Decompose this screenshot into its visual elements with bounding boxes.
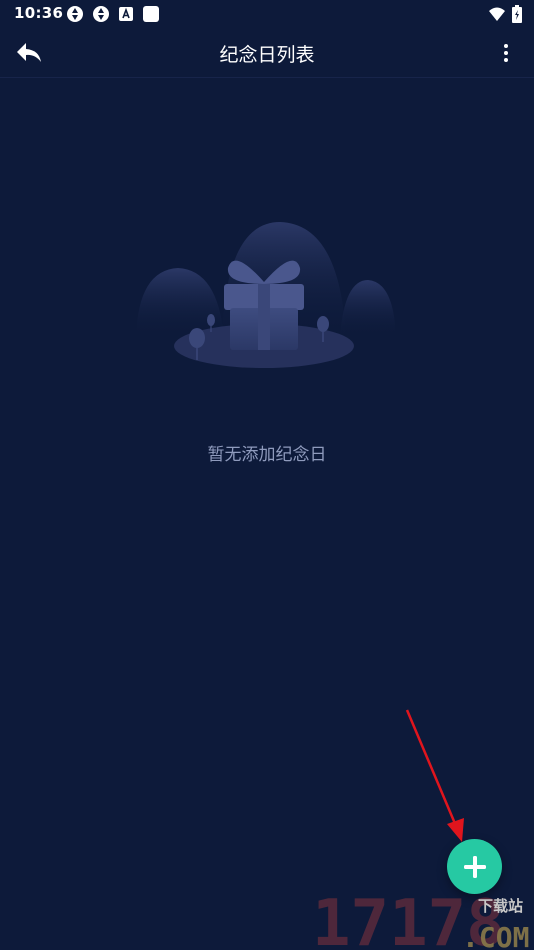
toolbar: 纪念日列表 <box>0 28 534 78</box>
watermark-logo: 17178 .COM 下载站 <box>300 885 534 950</box>
more-vert-icon-dot <box>504 58 508 62</box>
more-vert-icon-dot <box>504 51 508 55</box>
watermark-site-label: 下载站 <box>478 897 523 915</box>
square-notification-icon <box>143 6 159 22</box>
empty-gift-illustration <box>136 222 396 368</box>
status-time: 10:36 <box>14 4 64 22</box>
more-vert-icon-dot <box>504 44 508 48</box>
more-options-button[interactable] <box>496 40 516 66</box>
sync-notification-icon <box>67 6 83 22</box>
wifi-icon <box>489 7 505 21</box>
watermark-domain: .COM <box>462 921 529 950</box>
annotation-arrow <box>405 709 464 842</box>
system-icons <box>488 5 522 23</box>
app-a-icon <box>119 7 133 21</box>
watermark-graphic: 17178 .COM 下载站 <box>312 887 529 950</box>
battery-icon <box>512 5 522 23</box>
sync-notification-icon-2 <box>93 6 109 22</box>
notification-icons <box>66 5 160 23</box>
status-bar: 10:36 <box>0 0 534 28</box>
page-title: 纪念日列表 <box>219 44 315 66</box>
screen: 10:36 纪念日列表 暂无添加纪念日 17178 .COM 下载站 <box>0 0 534 950</box>
plus-icon <box>463 855 486 878</box>
empty-state-message: 暂无添加纪念日 <box>207 445 327 465</box>
